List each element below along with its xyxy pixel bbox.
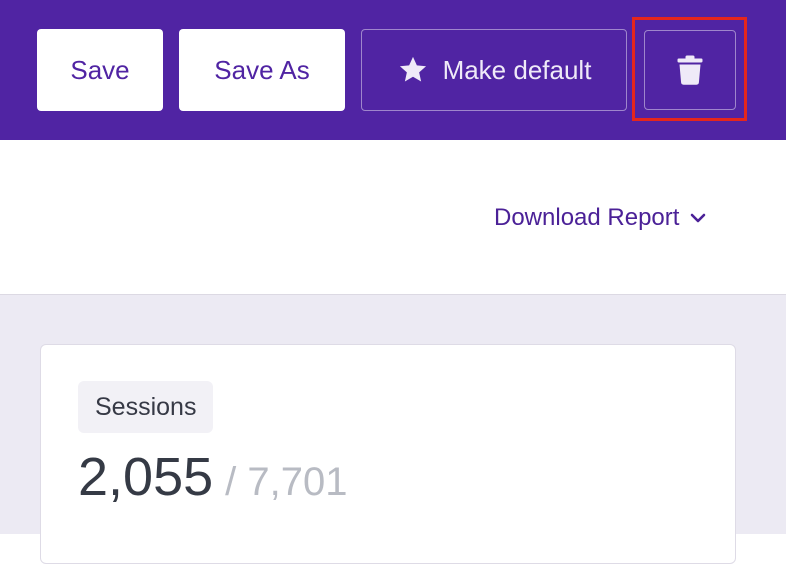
metric-values: 2,055 / 7,701 — [78, 446, 347, 508]
make-default-button-label: Make default — [442, 54, 592, 85]
star-icon — [399, 56, 426, 82]
make-default-button[interactable]: Make default — [361, 29, 627, 111]
metric-total: / 7,701 — [225, 460, 348, 504]
metric-label-badge: Sessions — [78, 381, 214, 433]
download-report-label: Download Report — [494, 204, 680, 231]
metric-label: Sessions — [95, 392, 197, 421]
save-as-button[interactable]: Save As — [179, 29, 345, 111]
trash-icon — [677, 55, 703, 85]
save-button-label: Save — [70, 54, 130, 85]
save-button[interactable]: Save — [37, 29, 163, 111]
chevron-down-icon — [691, 213, 706, 223]
download-report-dropdown[interactable]: Download Report — [494, 202, 707, 234]
delete-button[interactable] — [644, 30, 736, 110]
metric-value: 2,055 — [78, 447, 214, 507]
save-as-button-label: Save As — [214, 54, 310, 85]
